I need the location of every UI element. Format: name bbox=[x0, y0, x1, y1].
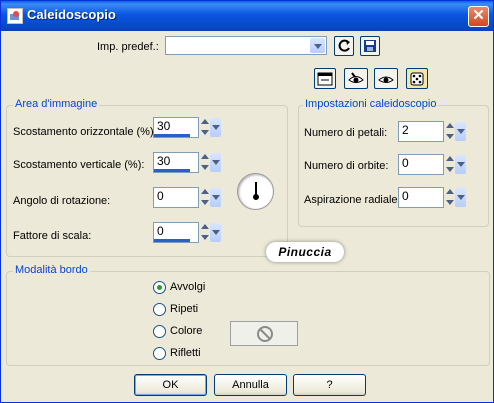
ok-button[interactable]: OK bbox=[134, 374, 207, 396]
rotation-angle-input[interactable]: 0 bbox=[153, 187, 199, 208]
preset-dropdown[interactable] bbox=[165, 36, 327, 55]
dial-tip bbox=[253, 194, 259, 200]
orbits-input[interactable]: 0 bbox=[398, 154, 444, 175]
close-button[interactable]: ✕ bbox=[468, 6, 489, 27]
edge-mode-group bbox=[6, 271, 490, 366]
rotation-dial[interactable] bbox=[237, 173, 274, 210]
dialog-window: Caleidoscopio ✕ Imp. predef.: Area d'imm… bbox=[0, 0, 494, 403]
window-preview-button[interactable] bbox=[314, 68, 336, 89]
kaleidoscope-settings-title: Impostazioni caleidoscopio bbox=[303, 98, 439, 110]
chevron-down-icon bbox=[310, 38, 325, 53]
no-color-icon bbox=[257, 326, 273, 342]
chevron-down-icon[interactable] bbox=[210, 223, 221, 242]
vertical-offset-spinner[interactable]: 30 bbox=[153, 152, 221, 173]
randomize-icon bbox=[410, 72, 424, 86]
eye-icon bbox=[378, 76, 394, 83]
radio-reflect[interactable] bbox=[153, 347, 166, 360]
image-area-title: Area d'immagine bbox=[13, 98, 100, 110]
scale-factor-bar bbox=[154, 239, 190, 242]
scale-factor-spinner[interactable]: 0 bbox=[153, 222, 221, 243]
edge-mode-title: Modalità bordo bbox=[13, 264, 90, 276]
horizontal-offset-spinner[interactable]: 30 bbox=[153, 117, 221, 138]
close-icon: ✕ bbox=[472, 7, 485, 24]
auto-proof-button[interactable] bbox=[374, 68, 398, 89]
window-title: Caleidoscopio bbox=[27, 7, 116, 22]
proof-button[interactable] bbox=[344, 68, 368, 89]
reset-preset-button[interactable] bbox=[334, 36, 354, 56]
radio-repeat[interactable] bbox=[153, 303, 166, 316]
petals-input[interactable]: 2 bbox=[398, 121, 444, 142]
chevron-down-icon[interactable] bbox=[455, 122, 466, 141]
radial-suction-input[interactable]: 0 bbox=[398, 187, 444, 208]
radio-reflect-label[interactable]: Rifletti bbox=[170, 347, 201, 359]
radio-color[interactable] bbox=[153, 325, 166, 338]
cancel-button[interactable]: Annulla bbox=[214, 374, 287, 396]
save-preset-icon bbox=[364, 40, 376, 52]
watermark-badge: Pinuccia bbox=[266, 242, 344, 262]
help-button[interactable]: ? bbox=[293, 374, 366, 396]
app-icon bbox=[7, 8, 23, 24]
orbits-label: Numero di orbite: bbox=[304, 160, 389, 172]
radio-color-label[interactable]: Colore bbox=[170, 325, 202, 337]
chevron-down-icon[interactable] bbox=[455, 188, 466, 207]
save-preset-button[interactable] bbox=[360, 36, 380, 56]
title-bar[interactable]: Caleidoscopio ✕ bbox=[1, 1, 493, 31]
window-preview-icon bbox=[317, 72, 333, 86]
rotation-angle-spinner[interactable]: 0 bbox=[153, 187, 221, 208]
radio-wrap[interactable] bbox=[153, 281, 166, 294]
horizontal-offset-label: Scostamento orizzontale (%): bbox=[13, 126, 157, 138]
rotation-angle-label: Angolo di rotazione: bbox=[13, 195, 111, 207]
horizontal-offset-bar bbox=[154, 134, 190, 137]
vertical-offset-label: Scostamento verticale (%): bbox=[13, 159, 145, 171]
petals-label: Numero di petali: bbox=[304, 127, 388, 139]
orbits-spinner[interactable]: 0 bbox=[398, 154, 466, 175]
reset-preset-icon bbox=[338, 39, 350, 52]
chevron-down-icon[interactable] bbox=[210, 188, 221, 207]
chevron-down-icon[interactable] bbox=[210, 118, 221, 137]
radio-wrap-label[interactable]: Avvolgi bbox=[170, 281, 205, 293]
color-swatch[interactable] bbox=[230, 321, 298, 346]
chevron-down-icon[interactable] bbox=[210, 153, 221, 172]
randomize-button[interactable] bbox=[406, 68, 428, 89]
proof-icon bbox=[348, 72, 364, 83]
preset-label: Imp. predef.: bbox=[97, 41, 159, 53]
vertical-offset-bar bbox=[154, 169, 190, 172]
petals-spinner[interactable]: 2 bbox=[398, 121, 466, 142]
radio-repeat-label[interactable]: Ripeti bbox=[170, 303, 198, 315]
radial-suction-spinner[interactable]: 0 bbox=[398, 187, 466, 208]
chevron-down-icon[interactable] bbox=[455, 155, 466, 174]
radial-suction-label: Aspirazione radiale: bbox=[304, 194, 401, 206]
scale-factor-label: Fattore di scala: bbox=[13, 230, 92, 242]
